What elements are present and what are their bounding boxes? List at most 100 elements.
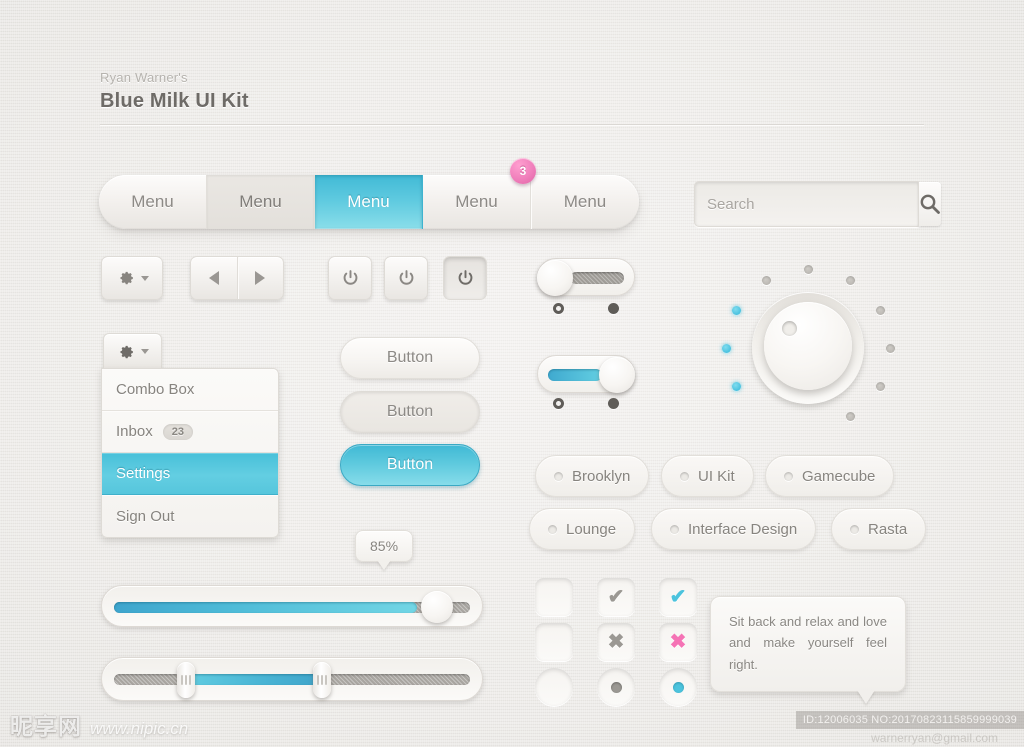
menu-item-label: Menu: [563, 192, 607, 211]
toggle-switch-off[interactable]: [537, 258, 635, 296]
menu-item-2[interactable]: Menu: [207, 175, 315, 229]
toggle-knob[interactable]: [599, 357, 635, 393]
menu-item-label: Menu: [455, 192, 498, 211]
menu-item-3-active[interactable]: Menu: [315, 175, 423, 229]
search-button[interactable]: [918, 182, 941, 226]
radio-selected-gray[interactable]: [597, 668, 635, 706]
tag-interface-design[interactable]: Interface Design: [651, 508, 817, 550]
toggle-track: [548, 369, 602, 381]
button-primary[interactable]: Button: [340, 444, 480, 486]
menu-item-label: Menu: [131, 192, 174, 211]
radio-empty[interactable]: [535, 668, 573, 706]
inbox-count-badge: 23: [162, 423, 193, 440]
grip-line-icon: [181, 675, 183, 685]
dropdown-toggle-tab[interactable]: [103, 333, 162, 369]
range-slider-handle-high[interactable]: [313, 662, 331, 698]
check-icon: ✔: [607, 586, 625, 608]
dropdown-menu[interactable]: Combo Box Inbox 23 Settings Sign Out: [101, 368, 279, 538]
gear-icon: [120, 271, 133, 285]
chevron-down-icon: [140, 275, 149, 281]
slider-track-container[interactable]: [101, 585, 483, 627]
power-button-1[interactable]: [328, 256, 372, 300]
button-normal[interactable]: Button: [340, 337, 480, 379]
tag-gamecube[interactable]: Gamecube: [765, 455, 895, 497]
button-label: Button: [386, 403, 434, 420]
toggle-knob[interactable]: [537, 260, 573, 296]
ui-kit-canvas: Ryan Warner's Blue Milk UI Kit Menu Menu…: [0, 0, 1024, 747]
search-box[interactable]: [694, 181, 941, 227]
menu-item-5[interactable]: Menu: [531, 175, 639, 229]
circle-icon: [670, 524, 679, 534]
watermark-logo-text: 昵享网: [10, 713, 82, 739]
range-slider-container[interactable]: [101, 657, 483, 701]
rotary-dial[interactable]: [722, 262, 895, 434]
check-icon: ✔: [669, 586, 687, 608]
gear-icon: [120, 345, 133, 358]
tag-label: Lounge: [566, 520, 617, 538]
power-button-3-pressed[interactable]: [443, 256, 487, 300]
dropdown-item-label: Settings: [116, 465, 171, 482]
dropdown-item-label: Combo Box: [116, 381, 195, 398]
slider-fill: [114, 602, 417, 613]
gear-dropdown-button[interactable]: [101, 256, 163, 300]
dropdown-item-sign-out[interactable]: Sign Out: [102, 495, 278, 537]
segmented-menu-bar[interactable]: Menu Menu Menu Menu 3 Menu: [99, 158, 639, 229]
toggle-switch-on[interactable]: [537, 355, 635, 393]
checkbox-empty-2[interactable]: [535, 623, 573, 661]
watermark-id: ID:12006035 NO:20170823115859999039: [795, 711, 1024, 729]
toggle-track: [570, 272, 624, 284]
prev-button[interactable]: [191, 257, 238, 299]
tag-rasta[interactable]: Rasta: [831, 508, 927, 550]
button-hover[interactable]: Button: [340, 391, 480, 433]
grip-line-icon: [317, 675, 319, 685]
chevron-down-icon: [141, 349, 149, 354]
tag-brooklyn[interactable]: Brooklyn: [535, 455, 650, 497]
checkbox-empty[interactable]: [535, 578, 573, 616]
range-slider-handle-low[interactable]: [177, 662, 195, 698]
menu-item-4[interactable]: Menu 3: [423, 158, 536, 229]
checkbox-radio-grid: ✔ ✔ ✖ ✖: [535, 578, 709, 706]
button-label: Button: [386, 456, 434, 473]
menu-item-1[interactable]: Menu: [99, 175, 207, 229]
dial-dot-5: [846, 412, 855, 421]
dropdown-item-combo-box[interactable]: Combo Box: [102, 369, 278, 411]
dial-knob[interactable]: [764, 302, 852, 390]
dropdown-item-settings[interactable]: Settings: [102, 453, 278, 495]
power-icon: [343, 269, 357, 285]
dial-dot-4: [876, 382, 885, 391]
radio-selected-cyan[interactable]: [659, 668, 697, 706]
dropdown-item-label: Sign Out: [116, 507, 175, 525]
radio-dot-icon: [672, 681, 684, 693]
circle-icon: [784, 471, 793, 481]
close-icon: ✖: [669, 631, 687, 653]
dial-dot-9-lit: [722, 344, 731, 353]
toggle-off-mark-icon: [553, 398, 564, 409]
search-input[interactable]: [695, 182, 918, 226]
tag-label: Rasta: [868, 520, 908, 538]
toggle-off-mark-icon: [553, 303, 564, 314]
circle-icon: [850, 524, 859, 534]
dial-dot-3: [886, 344, 895, 353]
button-label: Button: [386, 349, 434, 366]
tag-ui-kit[interactable]: UI Kit: [661, 455, 754, 497]
tag-label: UI Kit: [698, 467, 735, 485]
page-title: Blue Milk UI Kit: [100, 90, 249, 112]
toggle-on-mark-icon: [608, 303, 619, 314]
checkbox-checked-gray[interactable]: ✔: [597, 578, 635, 616]
menu-item-label: Menu: [239, 192, 282, 211]
power-icon: [458, 269, 472, 285]
power-button-2[interactable]: [384, 256, 428, 300]
next-button[interactable]: [238, 257, 284, 299]
tag-lounge[interactable]: Lounge: [529, 508, 636, 550]
checkbox-checked-cyan[interactable]: ✔: [659, 578, 697, 616]
checkbox-cross-pink[interactable]: ✖: [659, 623, 697, 661]
checkbox-cross-gray[interactable]: ✖: [597, 623, 635, 661]
grip-line-icon: [325, 675, 327, 685]
prev-next-group[interactable]: [190, 256, 284, 300]
grip-line-icon: [189, 675, 191, 685]
dropdown-item-inbox[interactable]: Inbox 23: [102, 411, 278, 453]
dial-dot-8-lit: [732, 382, 741, 391]
speech-bubble-tooltip: Sit back and relax and love and make you…: [710, 596, 906, 693]
header-subtitle: Ryan Warner's: [100, 70, 188, 85]
slider-handle[interactable]: [421, 591, 453, 623]
